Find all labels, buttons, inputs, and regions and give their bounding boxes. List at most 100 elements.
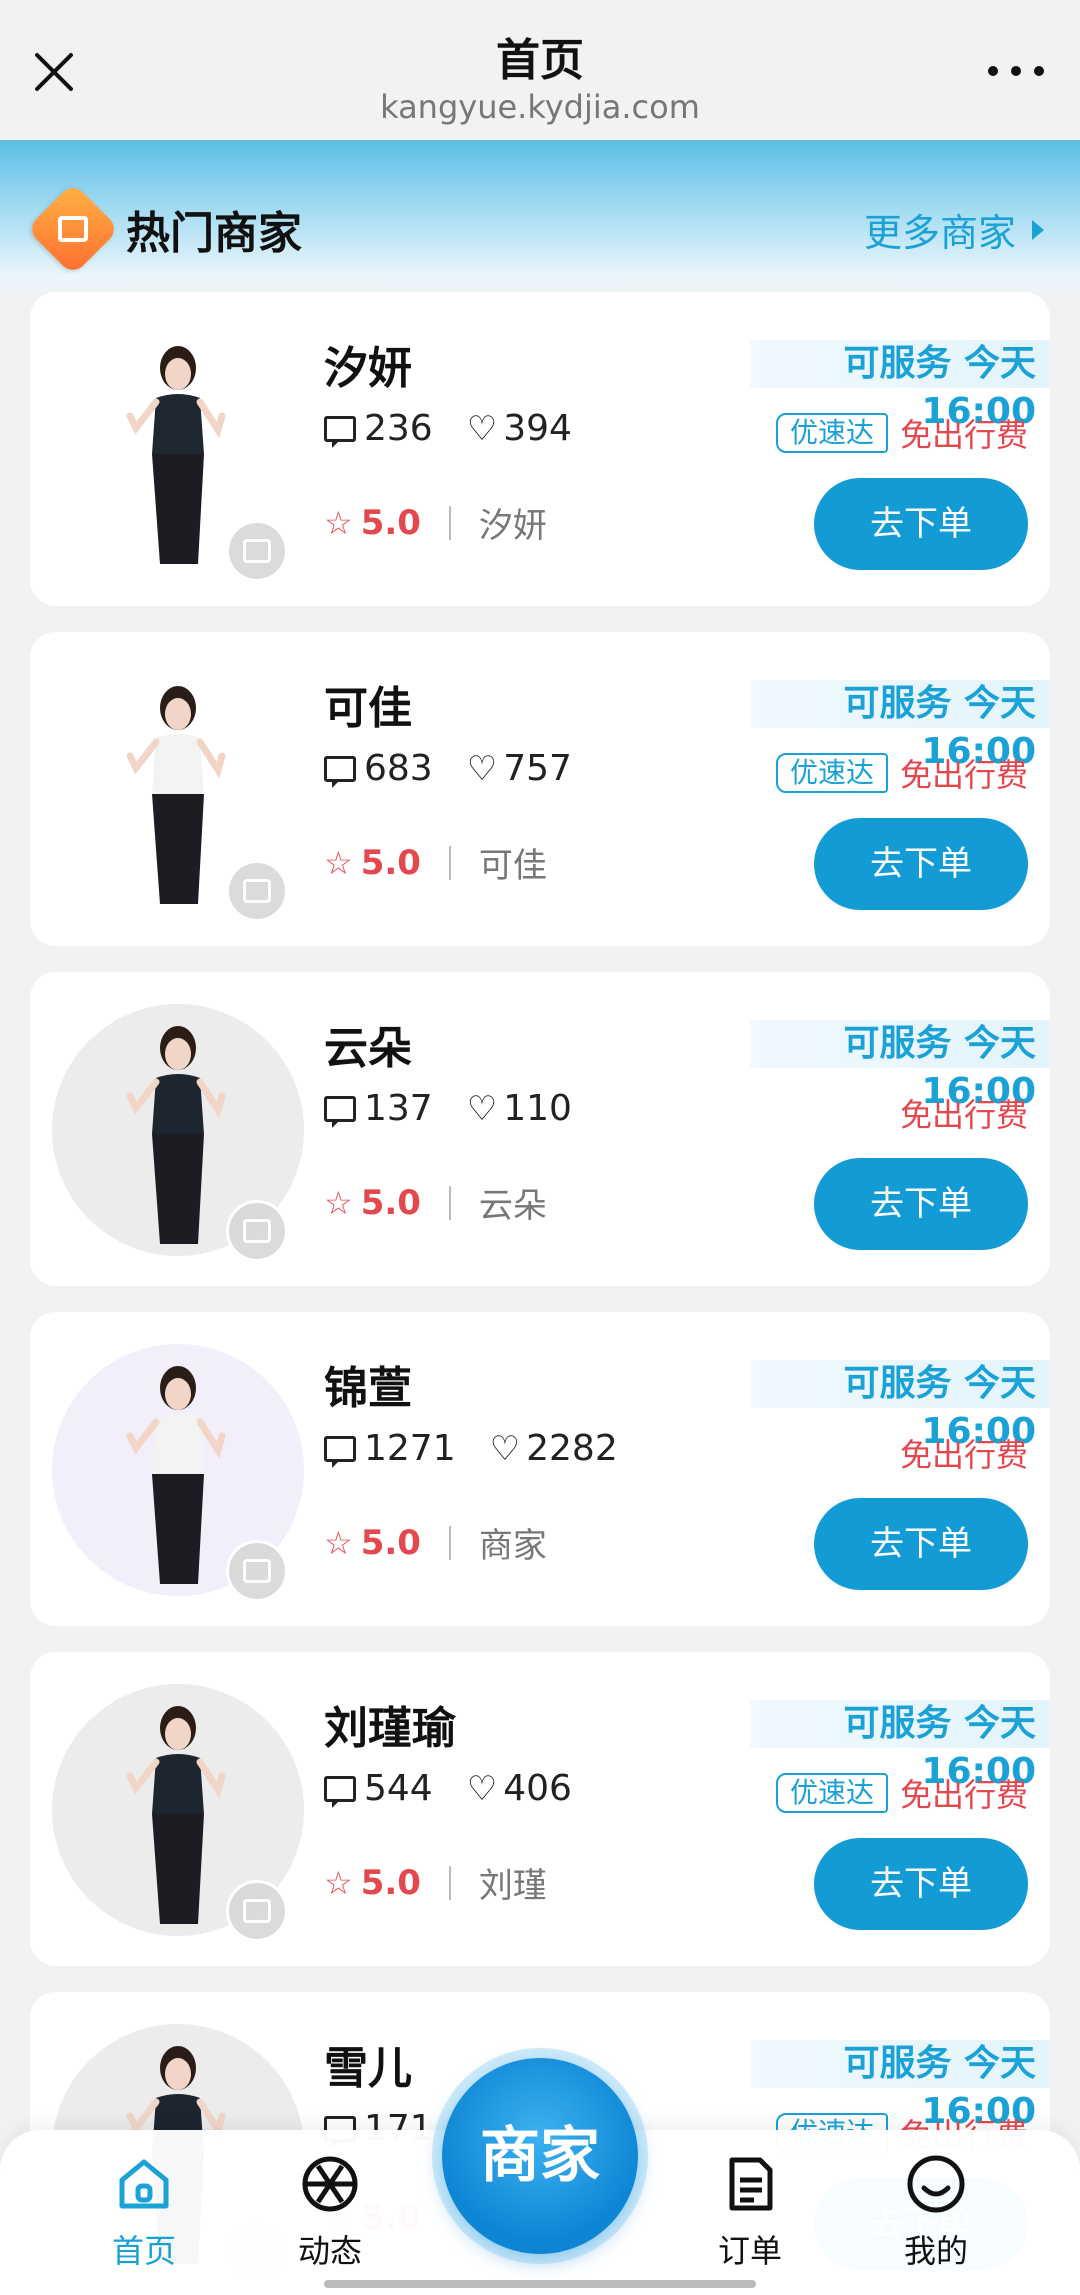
chevron-right-icon [1032, 219, 1044, 240]
page-title: 首页 [496, 35, 584, 86]
availability-badge: 可服务 今天16:00 [750, 2040, 1050, 2132]
merchant-name: 刘瑾瑜 [324, 1703, 456, 1754]
heart-icon: ♡ [466, 408, 498, 449]
availability-badge: 可服务 今天16:00 [750, 1360, 1050, 1452]
heart-icon: ♡ [466, 1088, 498, 1129]
nav-feed-label: 动态 [297, 2232, 362, 2270]
more-options-icon[interactable] [988, 66, 1044, 78]
merchant-name: 可佳 [324, 683, 412, 734]
merchant-card[interactable]: 刘瑾瑜 544 ♡ 406 ☆ 5.0 刘瑾 可服务 今天16:00 优速达 免出行费 去下单 [30, 1652, 1050, 1966]
center-merchant-button[interactable]: 商家 [442, 2058, 638, 2254]
aperture-icon [302, 2156, 358, 2212]
browser-topbar: 首页 kangyue.kydjia.com [0, 0, 1080, 140]
merchant-alias: 汐妍 [478, 506, 547, 546]
shop-icon [26, 182, 120, 276]
video-icon[interactable] [226, 1200, 288, 1262]
more-merchants-link[interactable]: 更多商家 [864, 202, 1044, 257]
nav-feed[interactable]: 动态 [260, 2152, 400, 2272]
place-order-button[interactable]: 去下单 [814, 1498, 1028, 1590]
merchant-rating: ☆ 5.0 刘瑾 [324, 1858, 547, 1907]
divider [448, 1865, 451, 1900]
rating-star-icon: ☆ [324, 503, 353, 542]
comment-icon [324, 415, 356, 448]
hot-merchants-title-group: 热门商家 [26, 182, 302, 276]
comment-count: 236 [364, 408, 433, 449]
comment-count: 544 [364, 1768, 433, 1809]
hot-merchants-header: 热门商家 更多商家 [0, 140, 1080, 300]
like-count: 757 [503, 748, 572, 789]
place-order-button[interactable]: 去下单 [814, 818, 1028, 910]
merchant-rating: ☆ 5.0 云朵 [324, 1178, 547, 1227]
like-count: 394 [503, 408, 572, 449]
rating-score: 5.0 [360, 502, 421, 543]
fast-delivery-tag: 优速达 [775, 413, 888, 453]
free-travel-tag: 免出行费 [899, 1776, 1028, 1814]
free-travel-tag: 免出行费 [899, 1436, 1028, 1474]
nav-home[interactable]: 首页 [74, 2152, 214, 2272]
video-icon[interactable] [226, 1540, 288, 1602]
rating-score: 5.0 [360, 842, 421, 883]
smile-icon [907, 2155, 965, 2213]
comment-count: 1271 [364, 1428, 456, 1469]
merchant-alias: 刘瑾 [478, 1866, 547, 1906]
rating-star-icon: ☆ [324, 1863, 353, 1902]
merchant-stats: 236 ♡ 394 [324, 408, 572, 449]
merchant-alias: 商家 [478, 1526, 547, 1566]
video-icon[interactable] [226, 520, 288, 582]
more-merchants-label: 更多商家 [863, 211, 1016, 255]
rating-score: 5.0 [360, 1182, 421, 1223]
availability-badge: 可服务 今天16:00 [750, 680, 1050, 772]
merchant-card[interactable]: 汐妍 236 ♡ 394 ☆ 5.0 汐妍 可服务 今天16:00 优速达 免出行费 去下单 [30, 292, 1050, 606]
heart-icon: ♡ [489, 1428, 521, 1469]
video-icon[interactable] [226, 1880, 288, 1942]
rating-star-icon: ☆ [324, 1183, 353, 1222]
merchant-alias: 云朵 [478, 1186, 547, 1226]
merchant-alias: 可佳 [478, 846, 547, 886]
place-order-button[interactable]: 去下单 [814, 1838, 1028, 1930]
like-count: 110 [503, 1088, 572, 1129]
availability-badge: 可服务 今天16:00 [750, 1020, 1050, 1112]
service-tags: 优速达免出行费 [775, 410, 1028, 456]
heart-icon: ♡ [466, 1768, 498, 1809]
nav-me-label: 我的 [903, 2232, 968, 2270]
nav-home-label: 首页 [111, 2232, 176, 2270]
rating-star-icon: ☆ [324, 1523, 353, 1562]
free-travel-tag: 免出行费 [899, 1096, 1028, 1134]
video-icon[interactable] [226, 860, 288, 922]
merchant-name: 汐妍 [324, 343, 412, 394]
rating-star-icon: ☆ [324, 843, 353, 882]
fast-delivery-tag: 优速达 [775, 753, 888, 793]
comment-icon [324, 1435, 356, 1468]
like-count: 2282 [526, 1428, 618, 1469]
rating-score: 5.0 [360, 1862, 421, 1903]
service-tags: 优速达免出行费 [775, 750, 1028, 796]
free-travel-tag: 免出行费 [899, 756, 1028, 794]
merchant-card[interactable]: 云朵 137 ♡ 110 ☆ 5.0 云朵 可服务 今天16:00 免出行费去下单 [30, 972, 1050, 1286]
page-url: kangyue.kydjia.com [380, 88, 700, 126]
service-tags: 免出行费 [900, 1090, 1028, 1136]
free-travel-tag: 免出行费 [899, 416, 1028, 454]
service-tags: 免出行费 [900, 1430, 1028, 1476]
merchant-card[interactable]: 锦萱 1271 ♡ 2282 ☆ 5.0 商家 可服务 今天16:00 免出行费 去下单 [30, 1312, 1050, 1626]
heart-icon: ♡ [466, 748, 498, 789]
divider [448, 845, 451, 880]
comment-icon [324, 1775, 356, 1808]
divider [448, 505, 451, 540]
merchant-card[interactable]: 可佳 683 ♡ 757 ☆ 5.0 可佳 可服务 今天16:00 优速达 免出行费 去下单 [30, 632, 1050, 946]
comment-icon [324, 1095, 356, 1128]
rating-score: 5.0 [360, 1522, 421, 1563]
merchant-name: 雪儿 [324, 2043, 412, 2094]
place-order-button[interactable]: 去下单 [814, 1158, 1028, 1250]
place-order-button[interactable]: 去下单 [814, 478, 1028, 570]
nav-me[interactable]: 我的 [866, 2152, 1006, 2272]
home-icon [119, 2159, 169, 2209]
like-count: 406 [503, 1768, 572, 1809]
merchant-name: 云朵 [324, 1023, 412, 1074]
merchant-rating: ☆ 5.0 可佳 [324, 838, 547, 887]
nav-orders[interactable]: 订单 [680, 2152, 820, 2272]
service-tags: 优速达免出行费 [775, 1770, 1028, 1816]
document-icon [729, 2157, 773, 2211]
nav-orders-label: 订单 [717, 2232, 782, 2270]
merchant-stats: 137 ♡ 110 [324, 1088, 572, 1129]
merchant-stats: 544 ♡ 406 [324, 1768, 572, 1809]
